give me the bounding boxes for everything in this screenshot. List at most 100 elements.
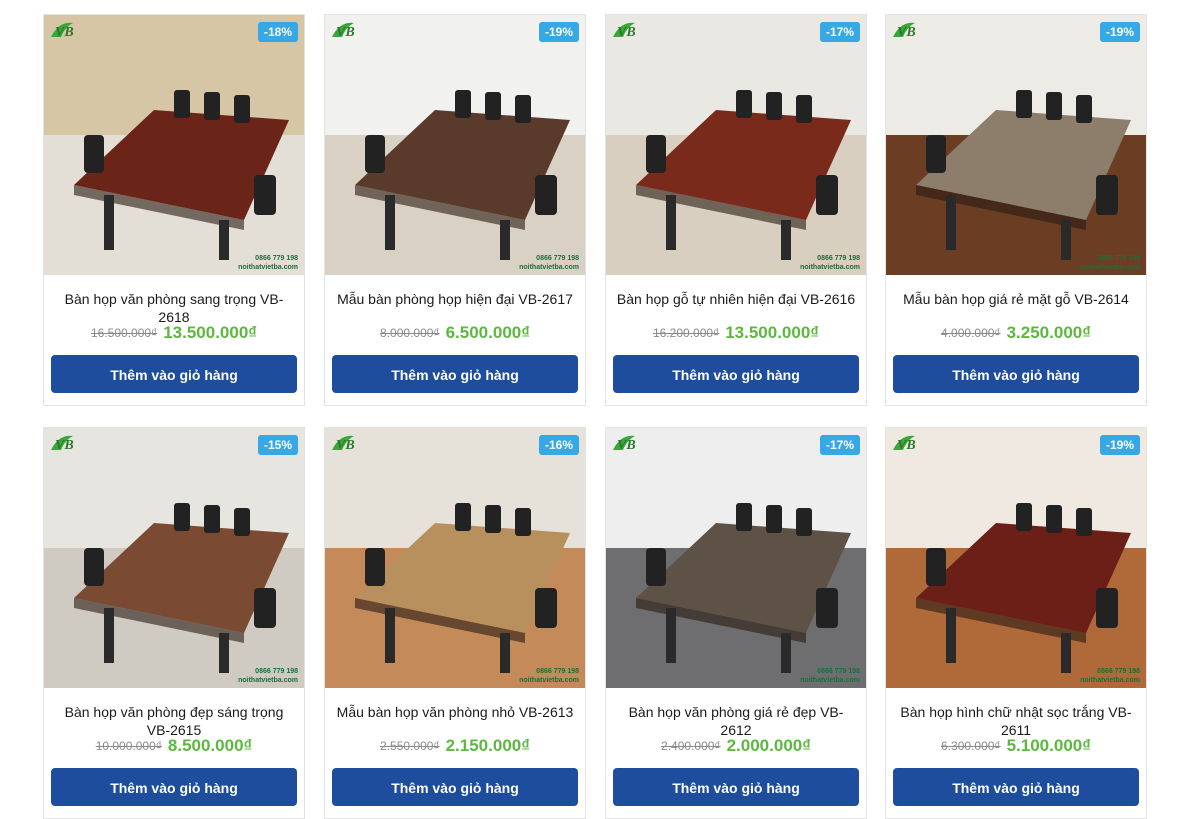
svg-text:VB: VB: [617, 438, 636, 453]
discount-badge: -17%: [819, 435, 860, 455]
watermark-contact: 0866 779 198 noithatvietba.com: [519, 667, 579, 685]
discount-badge: -19%: [1099, 435, 1140, 455]
watermark-contact: 0866 779 198 noithatvietba.com: [238, 254, 298, 272]
product-card[interactable]: VB -17% 0866 779 198 noithatvietba.com Bàn h…: [605, 14, 867, 406]
old-price: 4.000.000₫: [941, 326, 1001, 340]
watermark-phone: 0866 779 198: [817, 668, 860, 675]
price-row: 8.000.000₫ 6.500.000₫: [325, 323, 585, 343]
brand-logo-icon: VB: [611, 432, 645, 454]
sale-price: 2.150.000₫: [445, 736, 530, 755]
add-to-cart-button[interactable]: Thêm vào giỏ hàng: [613, 768, 859, 806]
watermark-site: noithatvietba.com: [800, 264, 860, 271]
add-to-cart-button[interactable]: Thêm vào giỏ hàng: [332, 768, 578, 806]
product-image[interactable]: VB -19% 0866 779 198 noithatvietba.com: [886, 15, 1146, 275]
watermark-contact: 0866 779 198 noithatvietba.com: [238, 667, 298, 685]
add-to-cart-button[interactable]: Thêm vào giỏ hàng: [893, 768, 1139, 806]
discount-badge: -16%: [538, 435, 579, 455]
brand-logo-icon: VB: [49, 19, 83, 41]
svg-text:VB: VB: [617, 25, 636, 40]
product-image[interactable]: VB -16% 0866 779 198 noithatvietba.com: [325, 428, 585, 688]
discount-badge: -19%: [538, 22, 579, 42]
product-image[interactable]: VB -17% 0866 779 198 noithatvietba.com: [606, 15, 866, 275]
watermark-contact: 0866 779 198 noithatvietba.com: [800, 667, 860, 685]
watermark-site: noithatvietba.com: [519, 264, 579, 271]
old-price: 2.550.000₫: [380, 739, 440, 753]
product-name-link[interactable]: Bàn họp hình chữ nhật sọc trắng VB-2611: [896, 703, 1136, 739]
watermark-phone: 0866 779 198: [255, 255, 298, 262]
watermark-contact: 0866 779 198 noithatvietba.com: [1080, 254, 1140, 272]
watermark-phone: 0866 779 198: [536, 255, 579, 262]
old-price: 16.200.000₫: [652, 326, 720, 340]
svg-text:VB: VB: [55, 438, 74, 453]
product-card[interactable]: VB -16% 0866 779 198 noithatvietba.com Mẫu b…: [324, 427, 586, 819]
discount-badge: -19%: [1099, 22, 1140, 42]
price-row: 2.550.000₫ 2.150.000₫: [325, 736, 585, 756]
brand-logo-icon: VB: [330, 19, 364, 41]
product-image[interactable]: VB -15% 0866 779 198 noithatvietba.com: [44, 428, 304, 688]
svg-text:VB: VB: [55, 25, 74, 40]
sale-price: 6.500.000₫: [445, 323, 530, 342]
product-card[interactable]: VB -18% 0866 779 198 noithatvietba.com Bàn h…: [43, 14, 305, 406]
watermark-contact: 0866 779 198 noithatvietba.com: [519, 254, 579, 272]
brand-logo-icon: VB: [49, 432, 83, 454]
brand-logo-icon: VB: [330, 432, 364, 454]
product-name-link[interactable]: Bàn họp gỗ tự nhiên hiện đại VB-2616: [616, 290, 856, 308]
product-name-link[interactable]: Bàn họp văn phòng đẹp sáng trọng VB-2615: [54, 703, 294, 739]
watermark-contact: 0866 779 198 noithatvietba.com: [800, 254, 860, 272]
svg-text:VB: VB: [336, 438, 355, 453]
product-image[interactable]: VB -17% 0866 779 198 noithatvietba.com: [606, 428, 866, 688]
watermark-phone: 0866 779 198: [255, 668, 298, 675]
add-to-cart-button[interactable]: Thêm vào giỏ hàng: [51, 768, 297, 806]
product-name-link[interactable]: Mẫu bàn họp giá rẻ mặt gỗ VB-2614: [896, 290, 1136, 308]
price-row: 10.000.000₫ 8.500.000₫: [44, 736, 304, 756]
discount-badge: -18%: [257, 22, 298, 42]
svg-text:VB: VB: [897, 438, 916, 453]
add-to-cart-button[interactable]: Thêm vào giỏ hàng: [893, 355, 1139, 393]
product-image[interactable]: VB -19% 0866 779 198 noithatvietba.com: [886, 428, 1146, 688]
product-card[interactable]: VB -19% 0866 779 198 noithatvietba.com Mẫu b…: [324, 14, 586, 406]
sale-price: 13.500.000₫: [725, 323, 820, 342]
old-price: 2.400.000₫: [661, 739, 721, 753]
watermark-phone: 0866 779 198: [1097, 255, 1140, 262]
product-card[interactable]: VB -19% 0866 779 198 noithatvietba.com Bàn h…: [885, 427, 1147, 819]
sale-price: 5.100.000₫: [1006, 736, 1091, 755]
watermark-site: noithatvietba.com: [1080, 677, 1140, 684]
price-row: 16.200.000₫ 13.500.000₫: [606, 323, 866, 343]
watermark-site: noithatvietba.com: [238, 677, 298, 684]
sale-price: 8.500.000₫: [167, 736, 253, 755]
product-card[interactable]: VB -15% 0866 779 198 noithatvietba.com Bàn h…: [43, 427, 305, 819]
product-name-link[interactable]: Mẫu bàn phòng họp hiện đại VB-2617: [335, 290, 575, 308]
svg-text:VB: VB: [897, 25, 916, 40]
discount-badge: -17%: [819, 22, 860, 42]
watermark-contact: 0866 779 198 noithatvietba.com: [1080, 667, 1140, 685]
add-to-cart-button[interactable]: Thêm vào giỏ hàng: [613, 355, 859, 393]
product-image[interactable]: VB -19% 0866 779 198 noithatvietba.com: [325, 15, 585, 275]
product-card[interactable]: VB -17% 0866 779 198 noithatvietba.com Bàn h…: [605, 427, 867, 819]
old-price: 6.300.000₫: [941, 739, 1001, 753]
product-card[interactable]: VB -19% 0866 779 198 noithatvietba.com Mẫu b…: [885, 14, 1147, 406]
sale-price: 3.250.000₫: [1006, 323, 1091, 342]
old-price: 16.500.000₫: [90, 326, 158, 340]
product-name-link[interactable]: Bàn họp văn phòng giá rẻ đẹp VB-2612: [616, 703, 856, 739]
watermark-site: noithatvietba.com: [519, 677, 579, 684]
add-to-cart-button[interactable]: Thêm vào giỏ hàng: [332, 355, 578, 393]
product-name-link[interactable]: Bàn họp văn phòng sang trọng VB-2618: [54, 290, 294, 326]
watermark-phone: 0866 779 198: [1097, 668, 1140, 675]
watermark-site: noithatvietba.com: [238, 264, 298, 271]
product-image[interactable]: VB -18% 0866 779 198 noithatvietba.com: [44, 15, 304, 275]
svg-text:VB: VB: [336, 25, 355, 40]
price-row: 2.400.000₫ 2.000.000₫: [606, 736, 866, 756]
price-row: 6.300.000₫ 5.100.000₫: [886, 736, 1146, 756]
brand-logo-icon: VB: [891, 432, 925, 454]
sale-price: 2.000.000₫: [726, 736, 811, 755]
watermark-site: noithatvietba.com: [800, 677, 860, 684]
discount-badge: -15%: [257, 435, 298, 455]
old-price: 8.000.000₫: [380, 326, 440, 340]
sale-price: 13.500.000₫: [163, 323, 258, 342]
watermark-phone: 0866 779 198: [536, 668, 579, 675]
watermark-phone: 0866 779 198: [817, 255, 860, 262]
add-to-cart-button[interactable]: Thêm vào giỏ hàng: [51, 355, 297, 393]
old-price: 10.000.000₫: [95, 739, 162, 753]
product-name-link[interactable]: Mẫu bàn họp văn phòng nhỏ VB-2613: [335, 703, 575, 721]
brand-logo-icon: VB: [891, 19, 925, 41]
